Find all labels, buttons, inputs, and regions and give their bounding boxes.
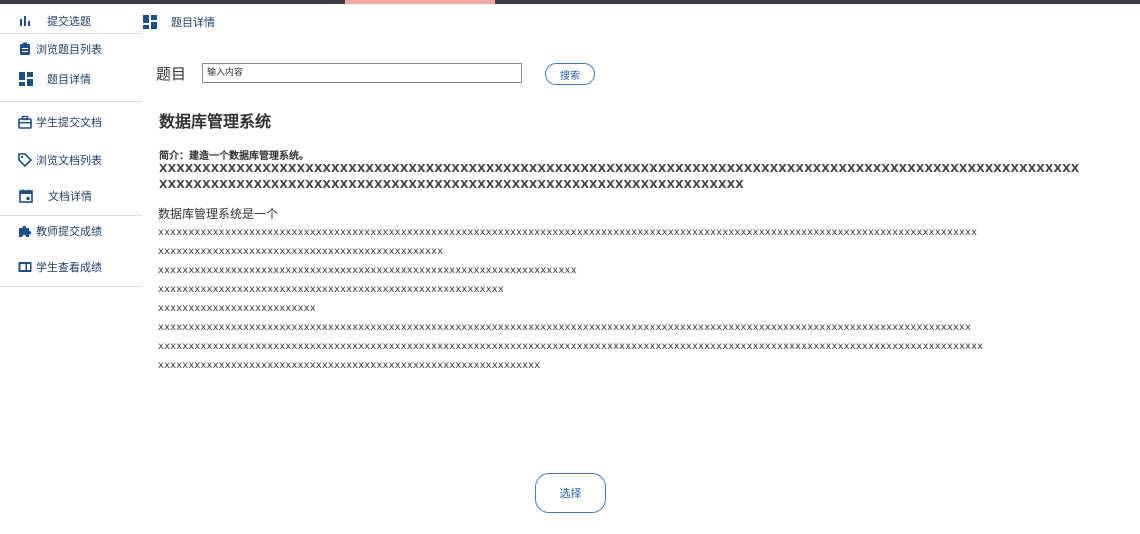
- body-line: xxxxxxxxxxxxxxxxxxxxxxxxxxxxxxxxxxxxxxxx…: [158, 246, 444, 257]
- sidebar-item-label: 文档详情: [48, 190, 92, 203]
- sidebar-item-label: 浏览文档列表: [36, 154, 102, 167]
- search-input[interactable]: [202, 63, 522, 83]
- intro-line: XXXXXXXXXXXXXXXXXXXXXXXXXXXXXXXXXXXXXXXX…: [159, 162, 1080, 175]
- sidebar-item-label: 学生提交文档: [36, 116, 102, 129]
- sidebar-item-label: 浏览题目列表: [36, 43, 102, 56]
- body-line: xxxxxxxxxxxxxxxxxxxxxxxxxx: [158, 303, 316, 314]
- dashboard-icon: [19, 72, 33, 86]
- body-line: xxxxxxxxxxxxxxxxxxxxxxxxxxxxxxxxxxxxxxxx…: [158, 360, 541, 371]
- sidebar-item-submit-topic[interactable]: 提交选题: [0, 9, 142, 33]
- clipboard-icon: [18, 42, 32, 56]
- select-button[interactable]: 选择: [535, 473, 606, 513]
- sidebar-item-label: 题目详情: [47, 73, 91, 86]
- sidebar-divider: [0, 215, 142, 216]
- sidebar-item-doc-detail[interactable]: 文档详情: [0, 184, 142, 208]
- body-line: xxxxxxxxxxxxxxxxxxxxxxxxxxxxxxxxxxxxxxxx…: [158, 265, 577, 276]
- puzzle-icon: [18, 224, 32, 238]
- search-button[interactable]: 搜索: [545, 63, 595, 85]
- bar-chart-icon: [19, 14, 33, 28]
- body-line: xxxxxxxxxxxxxxxxxxxxxxxxxxxxxxxxxxxxxxxx…: [158, 227, 978, 238]
- sidebar-divider: [0, 33, 142, 34]
- body-heading: 数据库管理系统是一个: [158, 207, 279, 221]
- topic-title: 数据库管理系统: [159, 112, 272, 131]
- top-bar: [0, 0, 1140, 4]
- tag-icon: [18, 153, 32, 167]
- search-label: 题目: [156, 65, 187, 83]
- sidebar-item-topic-detail[interactable]: 题目详情: [0, 67, 142, 91]
- top-bar-highlight: [345, 0, 495, 4]
- body-line: xxxxxxxxxxxxxxxxxxxxxxxxxxxxxxxxxxxxxxxx…: [158, 322, 972, 333]
- sidebar-item-label: 提交选题: [47, 15, 91, 28]
- calendar-icon: [19, 189, 33, 203]
- body-line: xxxxxxxxxxxxxxxxxxxxxxxxxxxxxxxxxxxxxxxx…: [158, 341, 984, 352]
- sidebar-item-label: 教师提交成绩: [36, 225, 102, 238]
- dashboard-icon: [143, 15, 157, 29]
- intro-label: 简介：建造一个数据库管理系统。: [159, 151, 309, 162]
- sidebar-item-doc-list[interactable]: 浏览文档列表: [0, 148, 142, 172]
- id-card-icon: [18, 260, 32, 274]
- briefcase-icon: [18, 115, 32, 129]
- sidebar: 提交选题 浏览题目列表 题目详情 学生提交文档 浏览文档列表 文档详情 教师提交…: [0, 4, 142, 534]
- breadcrumb-label: 题目详情: [171, 16, 215, 29]
- breadcrumb: 题目详情: [143, 14, 215, 30]
- sidebar-item-student-submit-doc[interactable]: 学生提交文档: [0, 110, 142, 134]
- sidebar-item-label: 学生查看成绩: [36, 261, 102, 274]
- sidebar-divider: [0, 286, 142, 287]
- body-line: xxxxxxxxxxxxxxxxxxxxxxxxxxxxxxxxxxxxxxxx…: [158, 284, 504, 295]
- intro-line: XXXXXXXXXXXXXXXXXXXXXXXXXXXXXXXXXXXXXXXX…: [159, 178, 744, 191]
- sidebar-divider: [0, 101, 142, 102]
- sidebar-item-student-view-grade[interactable]: 学生查看成绩: [0, 255, 142, 279]
- sidebar-item-topic-list[interactable]: 浏览题目列表: [0, 37, 142, 61]
- sidebar-item-teacher-submit-grade[interactable]: 教师提交成绩: [0, 219, 142, 243]
